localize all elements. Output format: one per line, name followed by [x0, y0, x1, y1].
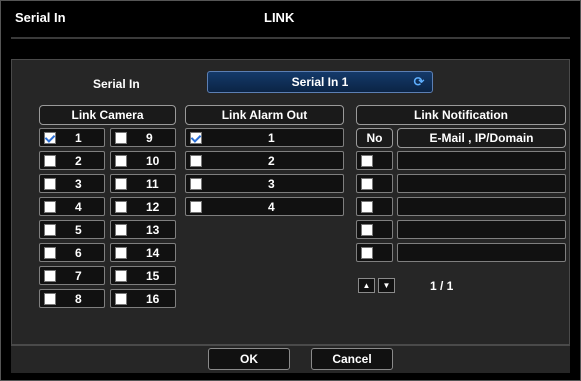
camera-8-checkbox[interactable]	[44, 293, 56, 305]
title-divider	[11, 37, 570, 39]
camera-5[interactable]: 5	[39, 220, 105, 239]
camera-16-label: 16	[146, 292, 160, 306]
camera-10-label: 10	[146, 154, 160, 168]
camera-16-checkbox[interactable]	[115, 293, 127, 305]
camera-8-label: 8	[75, 292, 82, 306]
alarm-out-1[interactable]: 1	[185, 128, 344, 147]
alarm-out-4-checkbox[interactable]	[190, 201, 202, 213]
camera-7-label: 7	[75, 269, 82, 283]
camera-11-label: 11	[146, 177, 159, 191]
camera-14-label: 14	[146, 246, 160, 260]
camera-10-checkbox[interactable]	[115, 155, 127, 167]
alarm-out-2-checkbox[interactable]	[190, 155, 202, 167]
notification-target-field[interactable]	[397, 151, 566, 170]
alarm-out-1-checkbox[interactable]	[190, 132, 202, 144]
notification-target-field[interactable]	[397, 243, 566, 262]
link-dialog: Serial In LINK Serial In Serial In 1 ⟳ L…	[0, 0, 581, 381]
camera-2-checkbox[interactable]	[44, 155, 56, 167]
camera-4-label: 4	[75, 200, 82, 214]
notification-row-4-checkbox[interactable]	[361, 224, 373, 236]
camera-15-checkbox[interactable]	[115, 270, 127, 282]
camera-11[interactable]: 11	[110, 174, 176, 193]
window-title: Serial In	[15, 10, 66, 25]
notification-row-5[interactable]	[356, 243, 393, 262]
camera-10[interactable]: 10	[110, 151, 176, 170]
camera-5-label: 5	[75, 223, 82, 237]
notification-target-column: E-Mail , IP/Domain	[397, 128, 566, 148]
alarm-out-4[interactable]: 4	[185, 197, 344, 216]
notification-target-field[interactable]	[397, 197, 566, 216]
camera-15[interactable]: 15	[110, 266, 176, 285]
notification-row-3[interactable]	[356, 197, 393, 216]
refresh-icon: ⟳	[413, 74, 425, 89]
link-alarm-out-header: Link Alarm Out	[185, 105, 344, 125]
camera-3-label: 3	[75, 177, 82, 191]
notification-no-column: No	[356, 128, 393, 148]
alarm-out-2[interactable]: 2	[185, 151, 344, 170]
camera-12[interactable]: 12	[110, 197, 176, 216]
notification-row-1[interactable]	[356, 151, 393, 170]
camera-13-label: 13	[146, 223, 160, 237]
camera-12-label: 12	[146, 200, 160, 214]
notification-row-2[interactable]	[356, 174, 393, 193]
camera-9[interactable]: 9	[110, 128, 176, 147]
ok-button[interactable]: OK	[208, 348, 290, 370]
camera-16[interactable]: 16	[110, 289, 176, 308]
link-notification-header: Link Notification	[356, 105, 566, 125]
camera-6-checkbox[interactable]	[44, 247, 56, 259]
page-indicator: 1 / 1	[430, 279, 454, 293]
notification-row-2-checkbox[interactable]	[361, 178, 373, 190]
arrow-up-icon[interactable]: ▲	[358, 278, 375, 293]
notification-row-1-checkbox[interactable]	[361, 155, 373, 167]
camera-13-checkbox[interactable]	[115, 224, 127, 236]
arrow-down-icon[interactable]: ▼	[378, 278, 395, 293]
notification-target-field[interactable]	[397, 220, 566, 239]
notification-target-field[interactable]	[397, 174, 566, 193]
link-camera-header: Link Camera	[39, 105, 176, 125]
camera-4-checkbox[interactable]	[44, 201, 56, 213]
serial-in-value: Serial In 1	[291, 75, 349, 89]
camera-3-checkbox[interactable]	[44, 178, 56, 190]
dialog-heading: LINK	[264, 10, 295, 25]
serial-in-label: Serial In	[93, 77, 140, 91]
dialog-footer	[11, 345, 570, 373]
camera-2-label: 2	[75, 154, 82, 168]
camera-9-checkbox[interactable]	[115, 132, 127, 144]
alarm-out-3-checkbox[interactable]	[190, 178, 202, 190]
alarm-out-2-label: 2	[268, 154, 275, 168]
camera-8[interactable]: 8	[39, 289, 105, 308]
camera-7[interactable]: 7	[39, 266, 105, 285]
camera-5-checkbox[interactable]	[44, 224, 56, 236]
notification-row-3-checkbox[interactable]	[361, 201, 373, 213]
camera-3[interactable]: 3	[39, 174, 105, 193]
camera-1-checkbox[interactable]	[44, 132, 56, 144]
camera-15-label: 15	[146, 269, 160, 283]
camera-4[interactable]: 4	[39, 197, 105, 216]
notification-row-5-checkbox[interactable]	[361, 247, 373, 259]
camera-1[interactable]: 1	[39, 128, 105, 147]
alarm-out-3[interactable]: 3	[185, 174, 344, 193]
alarm-out-3-label: 3	[268, 177, 275, 191]
camera-6-label: 6	[75, 246, 82, 260]
camera-1-label: 1	[75, 131, 82, 145]
camera-2[interactable]: 2	[39, 151, 105, 170]
camera-14[interactable]: 14	[110, 243, 176, 262]
serial-in-select[interactable]: Serial In 1 ⟳	[207, 71, 433, 93]
alarm-out-1-label: 1	[268, 131, 275, 145]
camera-9-label: 9	[146, 131, 153, 145]
cancel-button[interactable]: Cancel	[311, 348, 393, 370]
camera-13[interactable]: 13	[110, 220, 176, 239]
title-bar: Serial In LINK	[1, 1, 580, 39]
camera-6[interactable]: 6	[39, 243, 105, 262]
camera-12-checkbox[interactable]	[115, 201, 127, 213]
notification-row-4[interactable]	[356, 220, 393, 239]
camera-11-checkbox[interactable]	[115, 178, 127, 190]
camera-7-checkbox[interactable]	[44, 270, 56, 282]
camera-14-checkbox[interactable]	[115, 247, 127, 259]
alarm-out-4-label: 4	[268, 200, 275, 214]
